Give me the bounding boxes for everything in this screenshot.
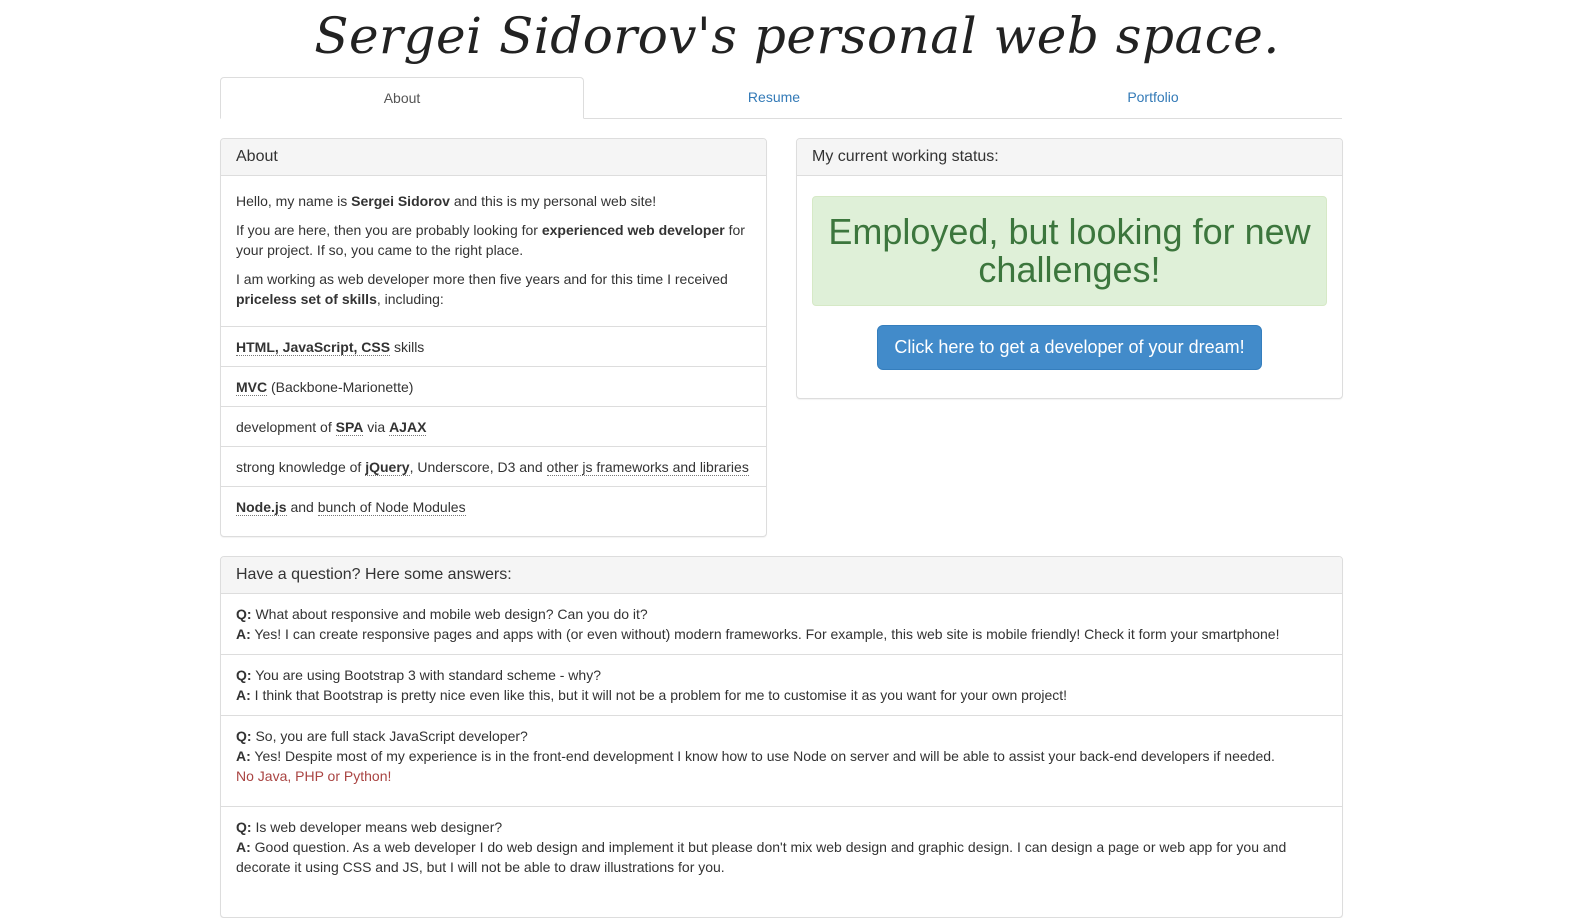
abbr-ajax[interactable]: AJAX [389,419,427,436]
nav-tabs: About Resume Portfolio [220,77,1342,119]
skill-item-mvc: MVC (Backbone-Marionette) [221,366,766,406]
tab-portfolio[interactable]: Portfolio [964,77,1342,117]
skill-item-jquery: strong knowledge of jQuery, Underscore, … [221,446,766,486]
faq-item: Q: What about responsive and mobile web … [221,594,1342,654]
skill-item-node: Node.js and bunch of Node Modules [221,486,766,526]
hire-developer-button[interactable]: Click here to get a developer of your dr… [877,325,1262,370]
tab-about[interactable]: About [220,77,584,119]
faq-question: Q: Is web developer means web designer? [236,819,503,835]
skill-item-spa: development of SPA via AJAX [221,406,766,446]
about-panel: About Hello, my name is Sergei Sidorov a… [220,138,767,537]
abbr-jquery[interactable]: jQuery [365,459,410,476]
about-intro: Hello, my name is Sergei Sidorov and thi… [236,193,657,209]
faq-question: Q: You are using Bootstrap 3 with standa… [236,667,601,683]
faq-answer: A: Yes! I can create responsive pages an… [236,626,1280,642]
frameworks-tooltip[interactable]: other js frameworks and libraries [546,459,749,476]
faq-question: Q: So, you are full stack JavaScript dev… [236,728,528,744]
abbr-nodejs[interactable]: Node.js [236,499,287,516]
node-modules-tooltip[interactable]: bunch of Node Modules [317,499,466,516]
abbr-mvc[interactable]: MVC [236,379,268,396]
faq-item: Q: So, you are full stack JavaScript dev… [221,715,1342,806]
about-body: Hello, my name is Sergei Sidorov and thi… [221,176,766,326]
faq-panel: Have a question? Here some answers: Q: W… [220,556,1343,918]
status-heading: My current working status: [797,139,1342,176]
skill-item-web: HTML, JavaScript, CSS skills [221,326,766,366]
status-alert: Employed, but looking for new challenges… [812,196,1327,306]
abbr-html[interactable]: HTML, JavaScript, CSS [236,339,391,356]
site-title: Sergei Sidorov's personal web space. [314,7,1280,65]
about-skills-intro: I am working as web developer more then … [236,271,728,307]
faq-item: Q: You are using Bootstrap 3 with standa… [221,654,1342,715]
abbr-spa[interactable]: SPA [335,419,364,436]
faq-item: Q: Is web developer means web designer? … [221,806,1342,887]
faq-heading: Have a question? Here some answers: [221,557,1342,594]
faq-answer: A: Yes! Despite most of my experience is… [236,748,1275,764]
faq-answer: A: I think that Bootstrap is pretty nice… [236,687,1068,703]
about-heading: About [221,139,766,176]
faq-question: Q: What about responsive and mobile web … [236,606,648,622]
faq-note: No Java, PHP or Python! [236,768,392,784]
status-panel: My current working status: Employed, but… [796,138,1343,399]
faq-answer: A: Good question. As a web developer I d… [236,839,1287,875]
about-experience: If you are here, then you are probably l… [236,222,745,258]
tab-resume[interactable]: Resume [584,77,964,117]
